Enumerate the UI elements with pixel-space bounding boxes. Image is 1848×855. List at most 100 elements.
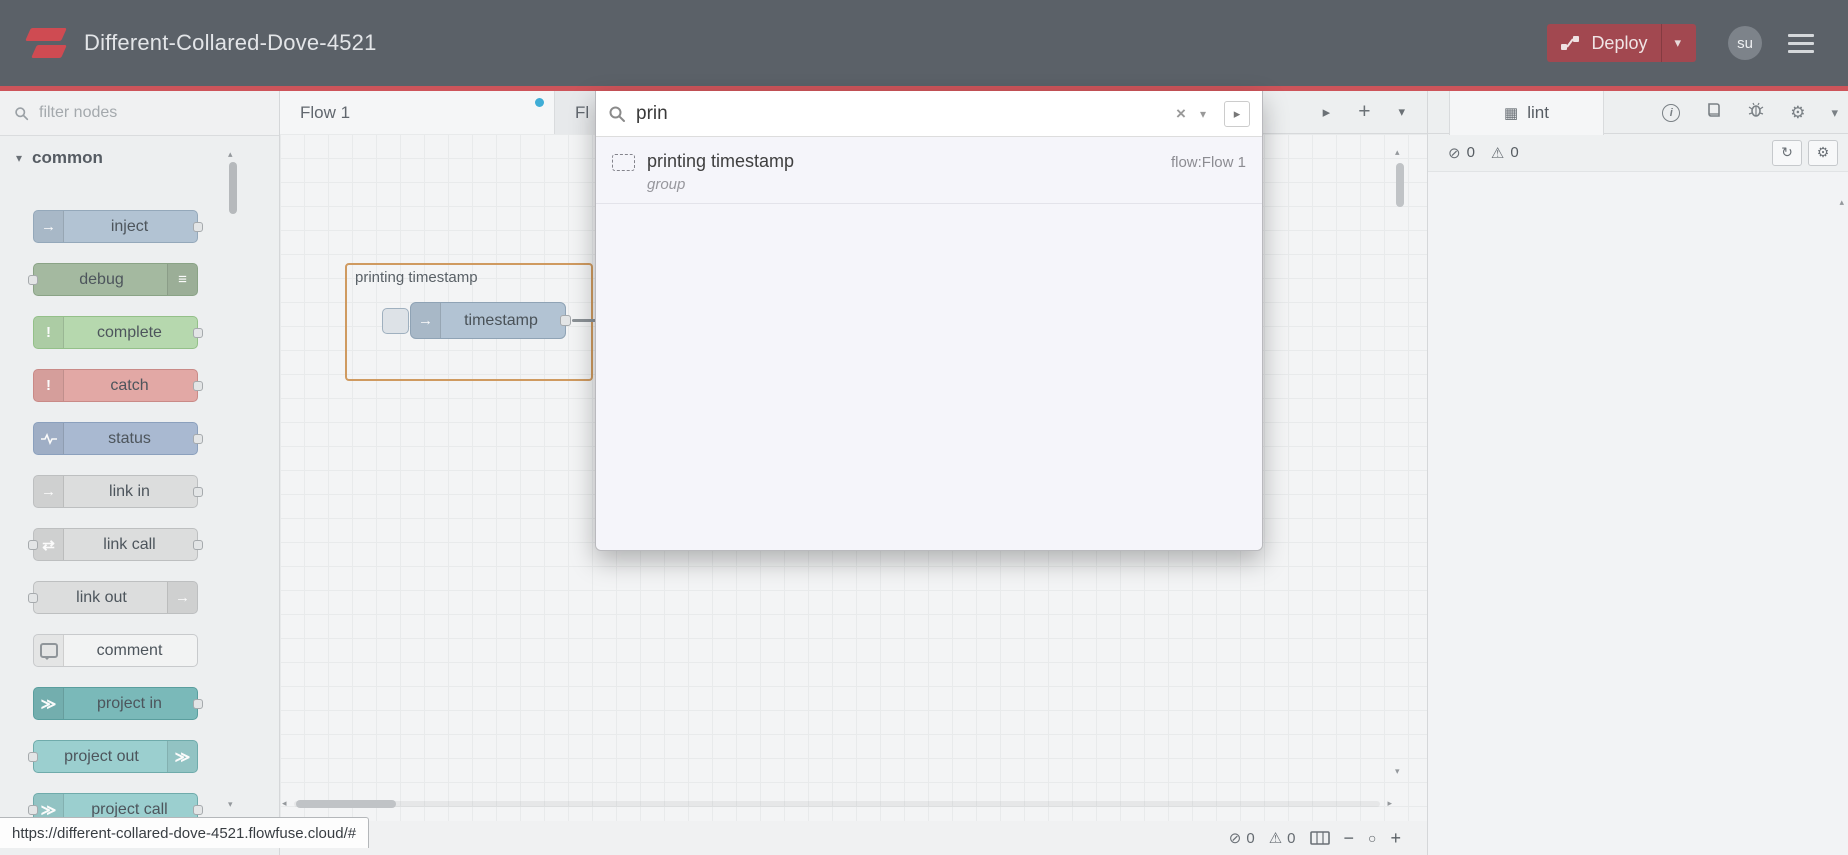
sidebar-collapse-caret-icon[interactable]: ▾ <box>1831 105 1838 121</box>
deploy-label: Deploy <box>1591 32 1648 53</box>
help-icon[interactable] <box>1706 102 1722 123</box>
group-icon <box>612 154 635 171</box>
scroll-up-icon[interactable]: ▴ <box>228 150 233 159</box>
scrollbar-thumb[interactable] <box>1396 163 1404 207</box>
search-dialog: × ▾ ▸ printing timestamp flow:Flow 1 group <box>595 91 1263 551</box>
lint-settings-button[interactable]: ⚙ <box>1808 139 1838 166</box>
info-icon[interactable]: i <box>1662 103 1681 122</box>
inject-node[interactable]: → timestamp <box>410 302 571 339</box>
search-result-item[interactable]: printing timestamp flow:Flow 1 group <box>596 137 1262 204</box>
search-history-caret-icon[interactable]: ▾ <box>1198 107 1208 121</box>
palette-node-label: project in <box>97 694 162 712</box>
user-avatar[interactable]: su <box>1728 26 1762 60</box>
deploy-icon <box>1561 36 1580 50</box>
main-menu-button[interactable] <box>1786 30 1816 57</box>
inject-trigger-button[interactable] <box>382 308 409 334</box>
navigator-toggle-button[interactable] <box>1309 831 1330 845</box>
palette-scrollbar[interactable]: ▴ ▾ <box>228 150 238 809</box>
deploy-button[interactable]: Deploy ▾ <box>1547 24 1696 62</box>
footer-warnings: ⚠ 0 <box>1269 829 1296 848</box>
chevron-down-icon: ▾ <box>16 151 23 165</box>
inject-node-label: timestamp <box>464 311 538 329</box>
node-output-port[interactable] <box>560 315 571 326</box>
scrollbar-track[interactable] <box>294 801 1380 807</box>
scroll-up-icon[interactable]: ▴ <box>1839 198 1844 207</box>
palette-node-label: catch <box>110 376 149 394</box>
search-results: printing timestamp flow:Flow 1 group <box>596 137 1262 550</box>
flow-list-button[interactable]: ▾ <box>1398 104 1405 120</box>
gear-icon: ⚙ <box>1816 144 1830 160</box>
zoom-in-button[interactable]: + <box>1390 828 1401 849</box>
footer-error-count: 0 <box>1246 829 1255 847</box>
node-output-port <box>193 539 203 550</box>
scroll-down-icon[interactable]: ▾ <box>228 800 233 809</box>
palette-node-link-out[interactable]: → link out <box>28 581 198 614</box>
project-out-icon: ≫ <box>167 741 197 772</box>
palette-node-project-out[interactable]: ≫ project out <box>28 740 198 773</box>
scroll-up-icon[interactable]: ▴ <box>1395 148 1400 157</box>
comment-icon <box>34 635 64 666</box>
status-icon <box>34 423 64 454</box>
node-input-port <box>28 274 38 285</box>
palette-node-label: link in <box>109 482 150 500</box>
link-in-icon: → <box>34 476 64 507</box>
palette-node-comment[interactable]: comment <box>33 634 198 667</box>
palette-node-debug[interactable]: ≡ debug <box>28 263 198 296</box>
node-output-port <box>193 486 203 497</box>
palette: ▾ common → inject ≡ debug ! complete! catch sta… <box>0 91 280 855</box>
flow-tab-label: Fl <box>575 102 590 122</box>
workspace-title: Different-Collared-Dove-4521 <box>84 30 377 55</box>
lint-warnings: ⚠ 0 <box>1491 144 1519 162</box>
palette-node-status[interactable]: status <box>33 422 203 455</box>
palette-category-label: common <box>32 148 103 167</box>
palette-node-label: project out <box>64 747 139 765</box>
palette-node-label: link out <box>76 588 127 606</box>
tab-lint[interactable]: ▦ lint <box>1449 91 1604 135</box>
canvas-vertical-scrollbar[interactable]: ▴ ▾ <box>1395 148 1405 776</box>
search-icon <box>609 106 625 122</box>
palette-node-catch[interactable]: ! catch <box>33 369 203 402</box>
refresh-button[interactable]: ↻ <box>1772 139 1802 166</box>
palette-node-link-in[interactable]: → link in <box>33 475 203 508</box>
search-input[interactable] <box>636 102 1165 125</box>
search-icon <box>15 106 29 120</box>
zoom-reset-button[interactable]: ○ <box>1368 830 1376 846</box>
search-advanced-button[interactable]: ▸ <box>1224 100 1250 127</box>
add-flow-button[interactable]: + <box>1358 100 1370 124</box>
node-output-port <box>193 698 203 709</box>
result-flow: flow:Flow 1 <box>1170 154 1246 171</box>
lint-panel: ▴ <box>1428 172 1848 855</box>
node-input-port <box>28 592 38 603</box>
flow-tab-Flow-1[interactable]: Flow 1 <box>280 91 555 134</box>
node-output-port <box>193 804 203 815</box>
palette-node-inject[interactable]: → inject <box>33 210 203 243</box>
inject-icon: → <box>411 303 441 338</box>
scrollbar-thumb[interactable] <box>229 162 237 214</box>
debug-messages-icon[interactable] <box>1748 102 1764 123</box>
palette-node-label: inject <box>110 217 149 235</box>
catch-icon: ! <box>34 370 64 401</box>
errors-icon: ⊘ <box>1228 830 1242 847</box>
browser-status-url: https://different-collared-dove-4521.flo… <box>0 817 370 848</box>
scroll-right-icon[interactable]: ▸ <box>1387 799 1392 808</box>
deploy-options-caret-icon[interactable]: ▾ <box>1662 35 1683 51</box>
lint-error-count: 0 <box>1466 144 1475 161</box>
node-red-editor: Different-Collared-Dove-4521 Deploy ▾ su <box>0 0 1848 855</box>
scroll-left-icon[interactable]: ◂ <box>282 799 287 808</box>
filter-nodes-input[interactable] <box>39 104 265 122</box>
palette-node-project-in[interactable]: ≫ project in <box>33 687 203 720</box>
scrollbar-thumb[interactable] <box>296 800 396 808</box>
palette-node-link-call[interactable]: ⇄ link call <box>28 528 203 561</box>
gear-icon[interactable]: ⚙ <box>1790 103 1805 123</box>
clear-search-icon[interactable]: × <box>1174 104 1188 124</box>
tab-scroll-right-button[interactable]: ▸ <box>1323 103 1331 121</box>
flow-tab-label: Flow 1 <box>300 102 351 122</box>
node-output-port <box>193 221 203 232</box>
palette-node-complete[interactable]: ! complete <box>33 316 203 349</box>
inject-icon: → <box>34 211 64 242</box>
canvas-horizontal-scrollbar[interactable]: ◂ ▸ <box>282 799 1392 809</box>
scroll-down-icon[interactable]: ▾ <box>1395 767 1400 776</box>
zoom-out-button[interactable]: − <box>1344 828 1355 849</box>
palette-node-label: status <box>108 429 151 447</box>
workspace-footer: ⊘ 0 ⚠ 0 − ○ + <box>280 821 1427 855</box>
